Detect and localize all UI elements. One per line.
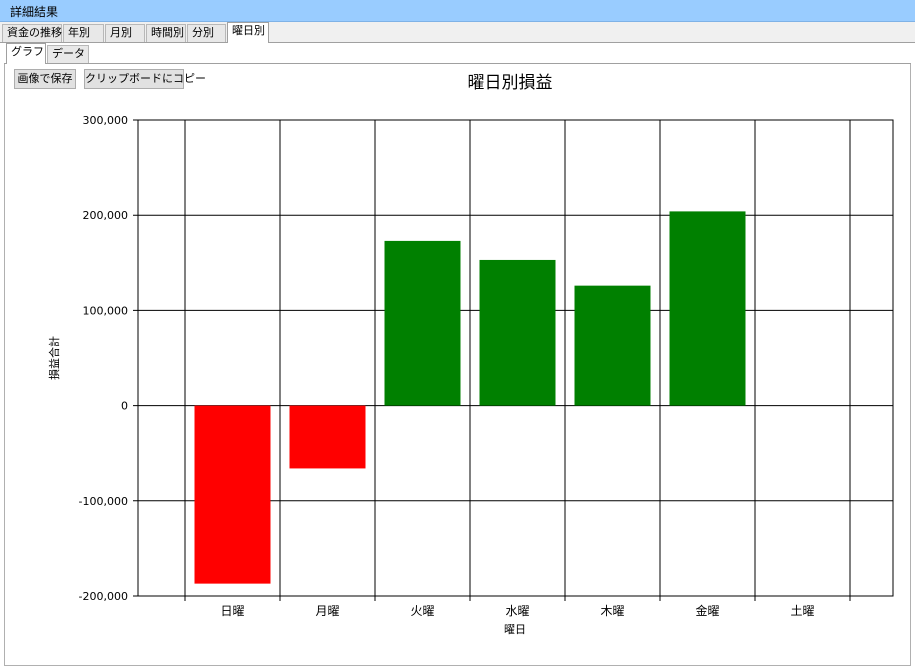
x-tick-label: 火曜 [410, 604, 434, 618]
y-axis-label: 損益合計 [47, 336, 61, 380]
x-tick-label: 木曜 [600, 604, 624, 618]
x-tick-label: 土曜 [790, 604, 814, 618]
y-tick-label: 200,000 [83, 209, 129, 222]
y-tick-label: -100,000 [79, 495, 128, 508]
y-tick-label: 300,000 [83, 114, 129, 127]
weekday-profit-chart: 300,000 200,000 100,000 0 -100,000 -200,000 日曜… [47, 114, 894, 636]
x-tick-label: 水曜 [505, 604, 529, 618]
y-tick-label: 100,000 [83, 304, 129, 317]
bar-火曜 [384, 240, 461, 406]
bar-日曜 [194, 405, 271, 584]
x-tick-label: 月曜 [315, 604, 339, 618]
bar-木曜 [574, 285, 651, 406]
x-axis-label: 曜日 [504, 623, 526, 636]
bar-月曜 [289, 405, 366, 469]
x-tick-label: 金曜 [695, 603, 719, 618]
bar-金曜 [669, 211, 746, 406]
x-tick-label: 日曜 [220, 604, 244, 618]
bar-水曜 [479, 259, 556, 406]
y-tick-label: -200,000 [79, 590, 128, 603]
y-tick-label: 0 [121, 400, 128, 413]
